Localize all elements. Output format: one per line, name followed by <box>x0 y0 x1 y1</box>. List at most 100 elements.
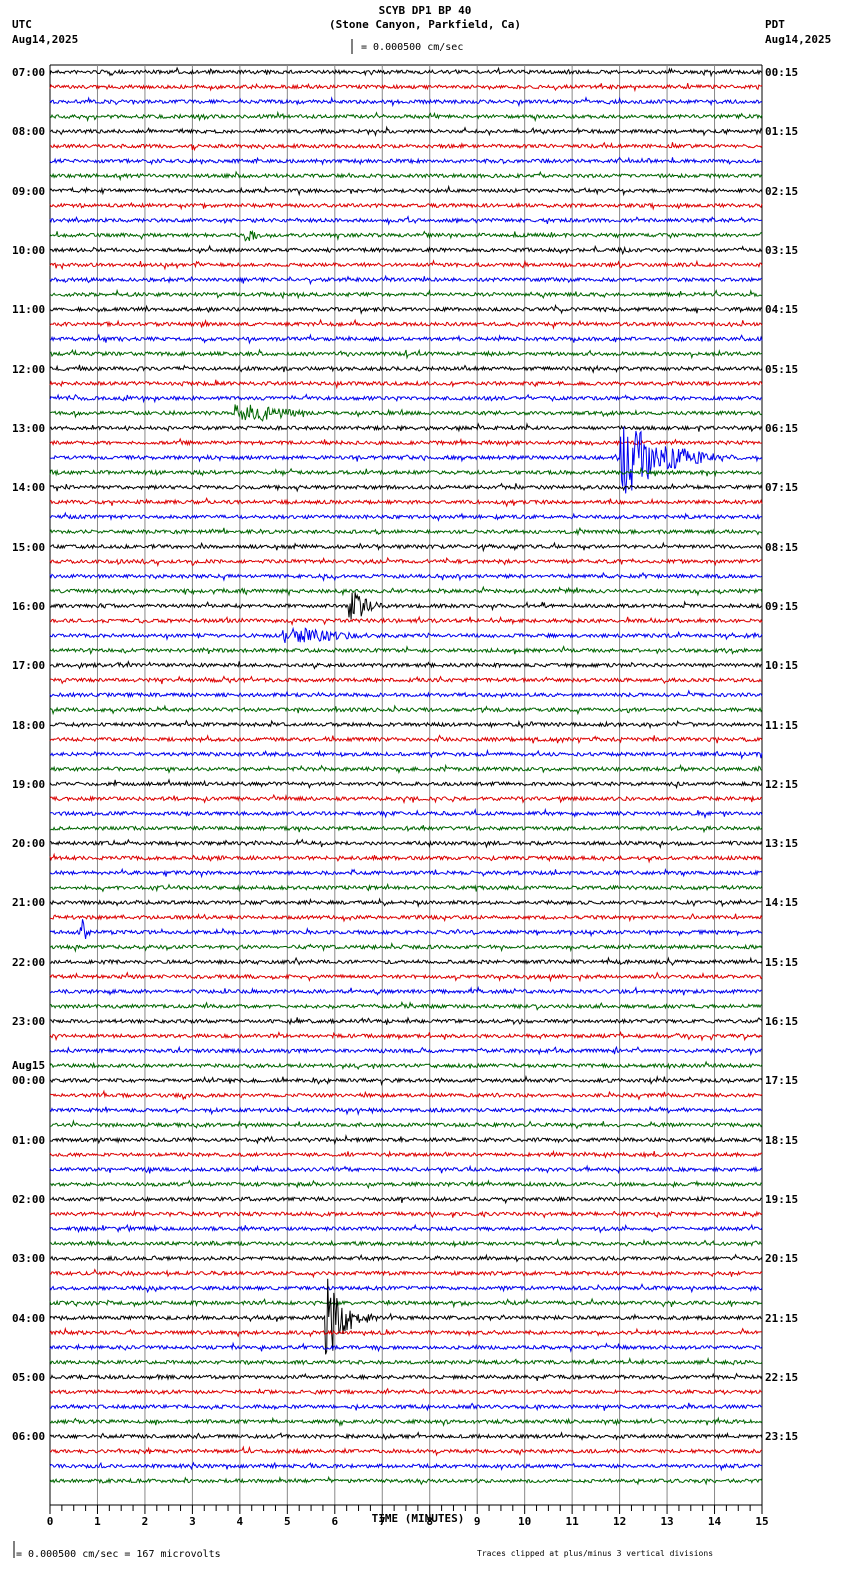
trace-27 <box>49 466 763 478</box>
trace-80 <box>49 1253 763 1263</box>
left-time-label: 09:00 <box>12 184 46 198</box>
trace-31 <box>49 526 763 537</box>
left-time-label: 22:00 <box>12 955 46 969</box>
right-time-label: 14:15 <box>765 896 799 910</box>
trace-84 <box>49 1278 763 1355</box>
trace-87 <box>49 1356 763 1366</box>
trace-75 <box>49 1179 763 1190</box>
trace-5 <box>50 141 763 152</box>
right-time-label: 12:15 <box>765 777 799 791</box>
trace-56 <box>49 897 763 908</box>
x-tick-label: 15 <box>755 1515 768 1528</box>
trace-39 <box>49 645 763 656</box>
left-time-label: 21:00 <box>12 896 46 910</box>
trace-12 <box>49 244 763 256</box>
right-time-label: 00:15 <box>765 66 799 79</box>
right-time-label: 22:15 <box>765 1371 799 1385</box>
right-time-label: 15:15 <box>765 955 799 969</box>
trace-74 <box>49 1164 763 1175</box>
left-time-label: 18:00 <box>12 718 46 732</box>
x-tick-label: 10 <box>518 1515 531 1528</box>
trace-32 <box>49 541 763 553</box>
left-time-label: 02:00 <box>12 1193 46 1207</box>
trace-43 <box>49 704 763 716</box>
right-time-label: 07:15 <box>765 481 799 495</box>
left-time-label: 13:00 <box>12 421 46 435</box>
trace-70 <box>49 1105 763 1116</box>
trace-30 <box>49 511 763 522</box>
left-time-label: 08:00 <box>12 125 46 139</box>
trace-76 <box>49 1195 763 1205</box>
left-time-label: 00:00 <box>12 1074 46 1088</box>
left-time-label: 15:00 <box>12 540 46 554</box>
trace-0 <box>49 66 763 78</box>
x-tick-label: 1 <box>94 1515 101 1528</box>
left-time-label: 03:00 <box>12 1252 46 1266</box>
trace-34 <box>49 571 763 583</box>
trace-82 <box>49 1283 763 1294</box>
trace-11 <box>49 229 763 242</box>
trace-93 <box>49 1445 763 1457</box>
seismogram-page: SCYB DP1 BP 40 (Stone Canyon, Parkfield,… <box>0 0 850 1584</box>
right-time-label: 19:15 <box>765 1193 799 1207</box>
left-time-label: 17:00 <box>12 659 46 673</box>
x-tick-label: 5 <box>284 1515 291 1528</box>
trace-88 <box>49 1372 763 1382</box>
right-time-label: 23:15 <box>765 1430 799 1444</box>
trace-68 <box>49 1075 763 1087</box>
right-time-label: 17:15 <box>765 1074 799 1088</box>
left-time-label: 07:00 <box>12 66 46 79</box>
trace-47 <box>49 763 763 774</box>
right-time-label: 13:15 <box>765 837 799 851</box>
trace-46 <box>49 748 763 760</box>
right-time-label: 01:15 <box>765 125 799 139</box>
x-tick-label: 9 <box>474 1515 481 1528</box>
trace-22 <box>49 393 763 404</box>
trace-42 <box>49 689 763 699</box>
trace-64 <box>49 1016 763 1026</box>
trace-25 <box>49 437 763 448</box>
left-time-label: 14:00 <box>12 481 46 495</box>
trace-23 <box>49 404 763 422</box>
x-tick-label: 3 <box>189 1515 196 1528</box>
trace-94 <box>49 1461 763 1472</box>
trace-81 <box>49 1268 763 1279</box>
trace-67 <box>49 1060 763 1071</box>
right-time-label: 16:15 <box>765 1015 799 1029</box>
trace-62 <box>49 985 763 996</box>
left-date-label: Aug15 <box>12 1059 46 1073</box>
trace-95 <box>49 1475 763 1486</box>
left-time-label: 23:00 <box>12 1015 46 1029</box>
trace-89 <box>49 1387 763 1396</box>
trace-78 <box>49 1223 763 1234</box>
trace-91 <box>49 1416 763 1428</box>
trace-59 <box>49 942 763 953</box>
trace-40 <box>49 660 763 670</box>
left-time-label: 16:00 <box>12 599 46 613</box>
left-time-label: 19:00 <box>12 777 46 791</box>
trace-16 <box>49 303 763 315</box>
trace-90 <box>49 1402 763 1412</box>
trace-92 <box>49 1431 763 1441</box>
left-time-label: 12:00 <box>12 362 46 376</box>
right-time-label: 06:15 <box>765 421 799 435</box>
trace-61 <box>49 971 763 983</box>
trace-69 <box>49 1089 763 1101</box>
trace-26 <box>49 426 763 494</box>
trace-71 <box>49 1119 763 1130</box>
trace-63 <box>49 1000 763 1011</box>
trace-44 <box>49 719 763 730</box>
trace-41 <box>49 675 763 685</box>
x-tick-label: 7 <box>379 1515 386 1528</box>
trace-21 <box>49 379 763 390</box>
right-time-label: 20:15 <box>765 1252 799 1266</box>
right-time-label: 09:15 <box>765 599 799 613</box>
trace-10 <box>49 215 763 226</box>
x-tick-label: 2 <box>142 1515 149 1528</box>
trace-37 <box>49 615 763 626</box>
trace-3 <box>49 110 763 123</box>
trace-33 <box>49 556 762 568</box>
left-time-label: 05:00 <box>12 1371 46 1385</box>
trace-28 <box>49 482 763 493</box>
x-tick-label: 13 <box>660 1515 673 1528</box>
